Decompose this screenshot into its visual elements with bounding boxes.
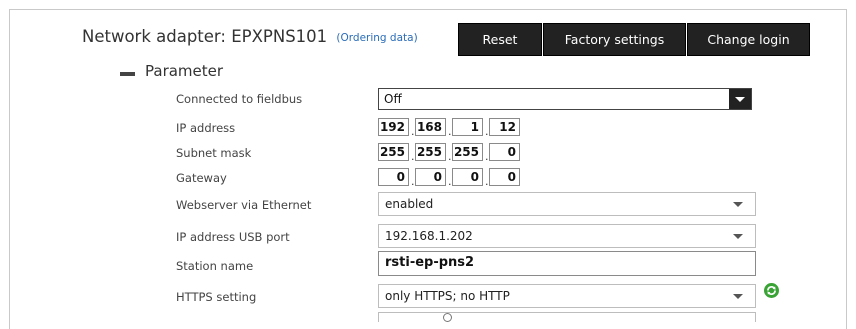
https-setting-select[interactable]: only HTTPS; no HTTP xyxy=(378,284,756,308)
partial-row-control[interactable] xyxy=(378,312,756,322)
ip-dot: . xyxy=(411,125,415,138)
https-setting-select-value: only HTTPS; no HTTP xyxy=(385,289,510,303)
ip-octet-4[interactable]: 12 xyxy=(489,118,520,136)
webserver-select[interactable]: enabled xyxy=(378,192,756,216)
usb-ip-select[interactable]: 192.168.1.202 xyxy=(378,224,756,248)
change-login-button[interactable]: Change login xyxy=(687,23,810,56)
gateway-octet-2[interactable]: 0 xyxy=(415,168,446,186)
subnet-octet-1[interactable]: 255 xyxy=(378,143,409,161)
ip-octet-1[interactable]: 192 xyxy=(378,118,409,136)
ip-dot: . xyxy=(485,125,489,138)
label-station-name: Station name xyxy=(176,259,254,273)
label-subnet-mask: Subnet mask xyxy=(176,146,252,160)
label-gateway: Gateway xyxy=(176,171,227,185)
collapse-minus-icon[interactable] xyxy=(120,72,135,76)
fieldbus-select-value: Off xyxy=(384,92,402,106)
gateway-dot: . xyxy=(448,175,452,188)
gateway-dot: . xyxy=(411,175,415,188)
gateway-dot: . xyxy=(485,175,489,188)
label-connected-to-fieldbus: Connected to fieldbus xyxy=(176,92,303,106)
label-ip-address: IP address xyxy=(176,121,236,135)
refresh-icon[interactable] xyxy=(764,283,779,298)
reset-button[interactable]: Reset xyxy=(458,23,542,56)
subnet-dot: . xyxy=(411,150,415,163)
section-title: Parameter xyxy=(145,62,224,80)
label-ip-address-usb-port: IP address USB port xyxy=(176,230,290,244)
subnet-octet-3[interactable]: 255 xyxy=(452,143,483,161)
factory-settings-button[interactable]: Factory settings xyxy=(543,23,686,56)
ip-dot: . xyxy=(448,125,452,138)
ordering-data-link[interactable]: (Ordering data) xyxy=(336,32,417,44)
subnet-octet-2[interactable]: 255 xyxy=(415,143,446,161)
chevron-down-icon xyxy=(733,202,743,207)
label-webserver-via-ethernet: Webserver via Ethernet xyxy=(176,198,312,212)
label-https-setting: HTTPS setting xyxy=(176,290,257,304)
gateway-octet-1[interactable]: 0 xyxy=(378,168,409,186)
chevron-down-icon xyxy=(733,294,743,299)
gateway-octet-3[interactable]: 0 xyxy=(452,168,483,186)
webserver-select-value: enabled xyxy=(385,197,434,211)
subnet-dot: . xyxy=(448,150,452,163)
page-title: Network adapter: EPXPNS101 (Ordering dat… xyxy=(82,27,418,46)
chevron-down-icon[interactable] xyxy=(729,89,751,109)
fieldbus-select[interactable]: Off xyxy=(378,88,752,110)
ip-octet-2[interactable]: 168 xyxy=(415,118,446,136)
chevron-down-icon xyxy=(733,234,743,239)
subnet-dot: . xyxy=(485,150,489,163)
ip-octet-3[interactable]: 1 xyxy=(452,118,483,136)
subnet-octet-4[interactable]: 0 xyxy=(489,143,520,161)
page-title-text: Network adapter: EPXPNS101 xyxy=(82,27,328,46)
station-name-input[interactable]: rsti-ep-pns2 xyxy=(378,251,756,276)
usb-ip-select-value: 192.168.1.202 xyxy=(385,229,473,243)
gateway-octet-4[interactable]: 0 xyxy=(489,168,520,186)
